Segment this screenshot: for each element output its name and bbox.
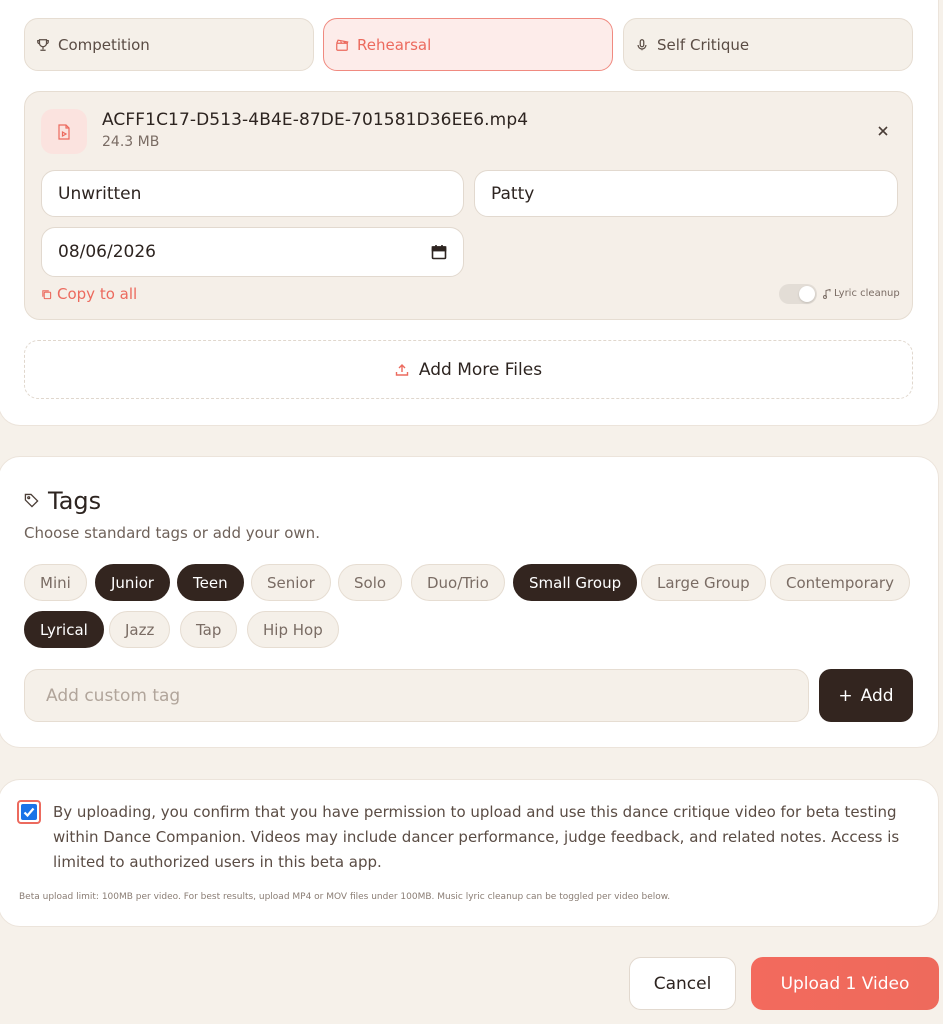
tag-icon — [24, 493, 39, 508]
consent-checkbox[interactable] — [17, 800, 41, 824]
tag-chip-lyrical[interactable]: Lyrical — [24, 611, 104, 648]
upload-icon — [395, 363, 409, 376]
trophy-icon — [37, 38, 49, 51]
type-rehearsal-label: Rehearsal — [357, 35, 432, 54]
routine-name-field[interactable]: Unwritten — [41, 170, 464, 217]
checkmark-icon — [21, 804, 37, 820]
tags-title: Tags — [48, 487, 102, 515]
copy-to-all-label: Copy to all — [57, 285, 138, 303]
lyric-cleanup-toggle[interactable] — [779, 284, 817, 304]
add-more-files-button[interactable]: Add More Files — [24, 340, 913, 399]
clapperboard-icon — [336, 38, 349, 51]
tag-chip-contemporary[interactable]: Contemporary — [770, 564, 910, 601]
add-tag-label: Add — [860, 685, 894, 706]
tag-chip-tap[interactable]: Tap — [180, 611, 238, 648]
routine-name-value: Unwritten — [58, 183, 142, 204]
tag-chip-hip-hop[interactable]: Hip Hop — [247, 611, 339, 648]
add-more-files-label: Add More Files — [418, 359, 543, 380]
type-self-critique-label: Self Critique — [657, 35, 750, 54]
tag-chip-label: Large Group — [657, 573, 750, 592]
tag-chip-label: Lyrical — [40, 620, 88, 639]
close-icon[interactable] — [874, 122, 892, 140]
type-self-critique-button[interactable]: Self Critique — [623, 18, 913, 71]
custom-tag-input[interactable] — [24, 669, 809, 722]
file-name: ACFF1C17-D513-4B4E-87DE-701581D36EE6.mp4 — [102, 110, 529, 130]
tag-chip-large-group[interactable]: Large Group — [641, 564, 766, 601]
type-rehearsal-button[interactable]: Rehearsal — [323, 18, 613, 71]
tag-chip-label: Small Group — [529, 573, 622, 592]
add-tag-button[interactable]: + Add — [819, 669, 913, 722]
consent-text: By uploading, you confirm that you have … — [53, 803, 900, 871]
cancel-button[interactable]: Cancel — [629, 957, 736, 1010]
date-value: 08/06/2026 — [58, 242, 156, 262]
tag-chip-label: Junior — [111, 573, 154, 592]
tag-chip-label: Senior — [267, 573, 315, 592]
file-panel: ACFF1C17-D513-4B4E-87DE-701581D36EE6.mp4… — [24, 91, 913, 320]
type-competition-label: Competition — [58, 35, 150, 54]
tag-chip-label: Duo/Trio — [427, 573, 489, 592]
type-competition-button[interactable]: Competition — [24, 18, 314, 71]
tag-chip-label: Teen — [193, 573, 228, 592]
tags-subtitle: Choose standard tags or add your own. — [24, 524, 320, 542]
tag-chip-label: Contemporary — [786, 573, 894, 592]
tag-chip-label: Hip Hop — [263, 620, 323, 639]
tag-chip-label: Jazz — [125, 620, 155, 639]
date-field[interactable]: 08/06/2026 — [41, 227, 464, 277]
tag-chip-label: Mini — [40, 573, 71, 592]
tag-chip-small-group[interactable]: Small Group — [513, 564, 638, 601]
plus-icon: + — [838, 685, 853, 706]
tag-chip-mini[interactable]: Mini — [24, 564, 87, 601]
tag-chip-label: Tap — [196, 620, 222, 639]
lyric-cleanup-label: Lyric cleanup — [834, 288, 900, 299]
tag-chip-duo-trio[interactable]: Duo/Trio — [411, 564, 505, 601]
dancer-name-field[interactable]: Patty — [474, 170, 898, 217]
dancer-name-value: Patty — [491, 183, 535, 204]
beta-upload-note: Beta upload limit: 100MB per video. For … — [19, 892, 671, 902]
file-size: 24.3 MB — [102, 134, 160, 150]
tag-chip-junior[interactable]: Junior — [95, 564, 170, 601]
microphone-icon — [637, 38, 647, 50]
copy-to-all-button[interactable]: Copy to all — [41, 285, 137, 303]
upload-button[interactable]: Upload 1 Video — [751, 957, 939, 1010]
tag-chip-teen[interactable]: Teen — [177, 564, 244, 601]
file-video-icon — [41, 109, 87, 154]
music-note-icon — [823, 288, 831, 299]
tag-chip-senior[interactable]: Senior — [251, 564, 331, 601]
tag-chip-solo[interactable]: Solo — [338, 564, 403, 601]
toggle-knob — [799, 286, 815, 302]
lyric-cleanup-label-group: Lyric cleanup — [823, 288, 900, 299]
copy-icon — [42, 289, 52, 299]
calendar-icon[interactable] — [431, 244, 447, 260]
tag-chip-jazz[interactable]: Jazz — [109, 611, 171, 648]
tag-chip-label: Solo — [354, 573, 387, 592]
